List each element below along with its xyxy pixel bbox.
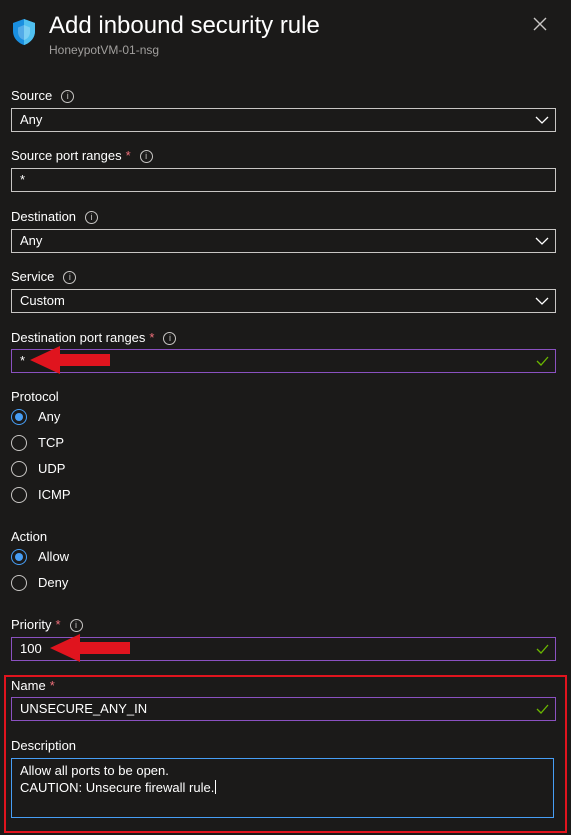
info-icon[interactable]: i xyxy=(63,271,77,284)
service-select[interactable]: Custom xyxy=(11,289,556,313)
radio-button[interactable] xyxy=(11,549,27,565)
required-marker: * xyxy=(55,617,61,632)
required-marker: * xyxy=(125,148,131,163)
text-caret xyxy=(215,780,217,794)
name-value: UNSECURE_ANY_IN xyxy=(20,701,148,716)
info-icon[interactable]: i xyxy=(139,150,153,163)
source-label: Source i xyxy=(11,88,75,104)
description-line: Allow all ports to be open. xyxy=(20,763,169,778)
radio-button[interactable] xyxy=(11,487,27,503)
action-label: Action xyxy=(11,529,48,544)
description-line: CAUTION: Unsecure firewall rule. xyxy=(20,780,217,795)
annotation-arrow-icon xyxy=(50,634,130,662)
info-icon[interactable]: i xyxy=(61,90,75,103)
source-port-ranges-input[interactable]: * xyxy=(11,168,556,192)
annotation-arrow-icon xyxy=(30,346,110,374)
destination-port-ranges-value: * xyxy=(20,353,26,368)
destination-select[interactable]: Any xyxy=(11,229,556,253)
description-textarea[interactable]: Allow all ports to be open. CAUTION: Uns… xyxy=(11,758,554,818)
destination-label: Destination i xyxy=(11,209,99,225)
checkmark-icon xyxy=(536,644,549,654)
source-select[interactable]: Any xyxy=(11,108,556,132)
required-marker: * xyxy=(49,678,55,693)
checkmark-icon xyxy=(536,704,549,714)
radio-button[interactable] xyxy=(11,575,27,591)
info-icon[interactable]: i xyxy=(69,619,83,632)
info-icon[interactable]: i xyxy=(163,332,177,345)
chevron-down-icon xyxy=(535,116,549,124)
description-label: Description xyxy=(11,738,77,753)
source-select-value: Any xyxy=(20,112,43,127)
source-port-ranges-label: Source port ranges * i xyxy=(11,148,153,164)
protocol-label: Protocol xyxy=(11,389,59,404)
destination-port-ranges-label: Destination port ranges * i xyxy=(11,330,177,346)
name-input[interactable]: UNSECURE_ANY_IN xyxy=(11,697,556,721)
info-icon[interactable]: i xyxy=(85,211,99,224)
radio-button[interactable] xyxy=(11,409,27,425)
radio-button[interactable] xyxy=(11,435,27,451)
required-marker: * xyxy=(149,330,155,345)
source-port-ranges-value: * xyxy=(20,172,26,187)
chevron-down-icon xyxy=(535,297,549,305)
page-title: Add inbound security rule xyxy=(49,12,320,39)
close-icon[interactable] xyxy=(530,14,550,34)
page-subtitle: HoneypotVM-01-nsg xyxy=(49,43,160,57)
checkmark-icon xyxy=(536,356,549,366)
priority-label: Priority * i xyxy=(11,617,83,633)
service-select-value: Custom xyxy=(20,293,65,308)
chevron-down-icon xyxy=(535,237,549,245)
name-label: Name * xyxy=(11,678,55,693)
service-label: Service i xyxy=(11,269,77,285)
radio-button[interactable] xyxy=(11,461,27,477)
shield-icon xyxy=(13,19,35,45)
destination-select-value: Any xyxy=(20,233,43,248)
priority-value: 100 xyxy=(20,641,42,656)
